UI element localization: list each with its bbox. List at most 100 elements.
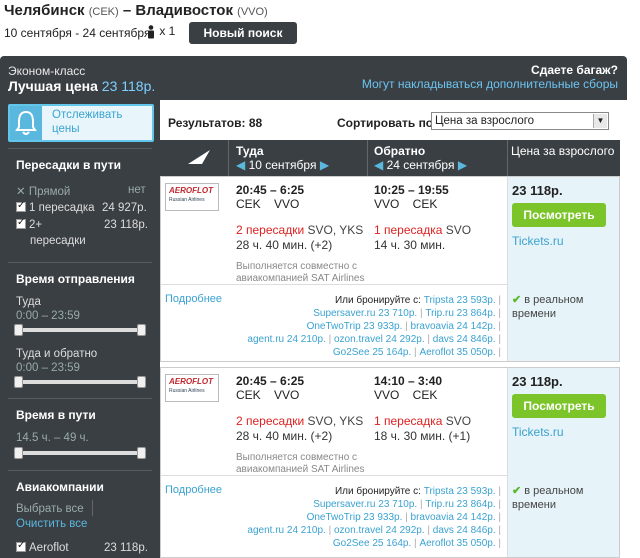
slider-handle-right[interactable] — [137, 447, 146, 459]
baggage-question[interactable]: Сдаете багаж? — [531, 63, 618, 77]
airline-logo: AEROFLOT Russian Airlines — [165, 374, 219, 402]
vendor-link[interactable]: Tickets.ru — [512, 234, 564, 248]
there-date: 10 сентября — [248, 158, 317, 172]
stops-option-direct[interactable]: ✕ Прямой — [16, 184, 70, 198]
both-time-slider[interactable] — [16, 380, 144, 384]
airline-option-aeroflot[interactable]: Aeroflot — [16, 540, 69, 554]
passenger-count: x 1 — [146, 24, 175, 39]
stops-filter-title: Пересадки в пути — [16, 158, 122, 172]
clear-all-link[interactable]: Очистить все — [16, 518, 87, 530]
divider — [8, 148, 152, 149]
booking-offer[interactable]: Supersaver.ru 23 710р. — [313, 308, 417, 319]
divider — [8, 470, 152, 471]
book-with-label: Или бронируйте с: — [334, 295, 421, 306]
arrow-left-icon[interactable]: ◀ — [374, 158, 383, 172]
checkbox-icon[interactable] — [16, 217, 26, 229]
booking-offer[interactable]: OneTwoTrip 23 933р. — [307, 512, 403, 523]
back-date-picker[interactable]: ◀ 24 сентября ▶ — [374, 158, 467, 172]
airline-logo-subtext: Russian Airlines — [169, 388, 205, 394]
booking-offer[interactable]: agent.ru 24 210р. — [247, 525, 325, 536]
booking-offer[interactable]: Tripsta 23 593р. — [424, 295, 496, 306]
outbound-stops-count: 2 пересадки — [236, 223, 305, 237]
realtime-note: ✔ в реальном времени — [512, 293, 583, 321]
airline-logo-text: AEROFLOT — [169, 186, 213, 195]
column-price: Цена за взрослого — [511, 144, 615, 158]
flight-card: AEROFLOT Russian Airlines 20:45 – 6:25 C… — [160, 367, 620, 558]
booking-offer[interactable]: Trip.ru 23 864р. — [425, 308, 495, 319]
checkbox-icon[interactable] — [16, 540, 26, 552]
best-price: Лучшая цена 23 118р. — [8, 78, 155, 94]
outbound-time: 20:45 – 6:25 — [236, 374, 305, 388]
airline-price: 23 118р. — [104, 542, 148, 554]
booking-offer[interactable]: bravoavia 24 142р. — [411, 512, 496, 523]
outbound-duration: 28 ч. 40 мин. (+2) — [236, 429, 333, 443]
return-duration: 14 ч. 30 мин. — [374, 238, 446, 252]
divider — [228, 140, 229, 176]
duration-range: 14.5 ч. – 49 ч. — [16, 432, 89, 444]
select-all-link[interactable]: Выбрать все — [16, 503, 84, 515]
booking-offer[interactable]: OneTwoTrip 23 933р. — [307, 321, 403, 332]
outbound-stops-via: SVO, YKS — [307, 223, 364, 237]
view-offer-button[interactable]: Посмотреть — [512, 203, 606, 227]
results-count: Результатов: 88 — [168, 116, 263, 130]
arrow-right-icon[interactable]: ▶ — [458, 158, 467, 172]
book-with-line: OneTwoTrip 23 933р. | bravoavia 24 142р.… — [306, 512, 501, 523]
realtime-line-1: в реальном — [524, 294, 584, 306]
check-icon: ✔ — [512, 485, 522, 497]
from-code: (CEK) — [88, 6, 119, 18]
booking-offer[interactable]: Supersaver.ru 23 710р. — [313, 499, 417, 510]
divider — [8, 262, 152, 263]
booking-offer[interactable]: bravoavia 24 142р. — [411, 321, 496, 332]
to-code: (VVO) — [237, 6, 268, 18]
slider-handle-left[interactable] — [14, 447, 23, 459]
stops-option-1-value: 24 927р. — [102, 202, 147, 214]
there-time-slider[interactable] — [16, 328, 144, 332]
airline-logo: AEROFLOT Russian Airlines — [165, 183, 219, 211]
back-date: 24 сентября — [386, 158, 455, 172]
slider-handle-left[interactable] — [14, 376, 23, 388]
booking-offer[interactable]: Tripsta 23 593р. — [424, 486, 496, 497]
sort-select[interactable]: Цена за взрослого ▼ — [431, 112, 609, 130]
checkbox-icon[interactable] — [16, 200, 26, 212]
slider-handle-left[interactable] — [14, 324, 23, 336]
duration-filter-title: Время в пути — [16, 408, 96, 422]
booking-offer[interactable]: Go2See 25 164р. — [333, 347, 411, 358]
slider-handle-right[interactable] — [137, 376, 146, 388]
details-link[interactable]: Подробнее — [165, 484, 222, 496]
stops-option-direct-value: нет — [128, 184, 146, 196]
booking-offer[interactable]: ozon.travel 24 292р. — [334, 334, 425, 345]
booking-offer[interactable]: davs 24 846р. — [433, 525, 496, 536]
booking-offer[interactable]: Trip.ru 23 864р. — [425, 499, 495, 510]
best-price-label: Лучшая цена — [8, 78, 98, 94]
passenger-count-label: x 1 — [159, 24, 176, 38]
card-price: 23 118р. — [512, 183, 563, 198]
baggage-fees-link[interactable]: Могут накладываться дополнительные сборы — [362, 77, 618, 91]
from-city: Челябинск — [4, 2, 85, 19]
new-search-button[interactable]: Новый поиск — [189, 22, 297, 44]
vendor-link[interactable]: Tickets.ru — [512, 425, 564, 439]
duration-slider[interactable] — [16, 451, 144, 455]
arrow-left-icon[interactable]: ◀ — [236, 158, 245, 172]
card-price: 23 118р. — [512, 374, 563, 389]
booking-offer[interactable]: Go2See 25 164р. — [333, 538, 411, 549]
arrow-right-icon[interactable]: ▶ — [320, 158, 329, 172]
airline-logo-text: AEROFLOT — [169, 377, 213, 386]
booking-offer[interactable]: Aeroflot 35 050р. — [419, 347, 495, 358]
stops-option-1[interactable]: 1 пересадка — [16, 200, 95, 214]
booking-offer[interactable]: agent.ru 24 210р. — [247, 334, 325, 345]
details-link[interactable]: Подробнее — [165, 293, 222, 305]
stops-option-2plus-value: 23 118р. — [104, 219, 148, 231]
check-icon: ✔ — [512, 294, 522, 306]
track-prices-label: Отслеживать цены — [52, 108, 152, 136]
booking-offer[interactable]: ozon.travel 24 292р. — [334, 525, 425, 536]
there-date-picker[interactable]: ◀ 10 сентября ▶ — [236, 158, 329, 172]
booking-offer[interactable]: Aeroflot 35 050р. — [419, 538, 495, 549]
view-offer-button[interactable]: Посмотреть — [512, 394, 606, 418]
return-stops-via: SVO — [445, 414, 472, 428]
booking-offer[interactable]: davs 24 846р. — [433, 334, 496, 345]
divider — [92, 500, 93, 516]
stops-option-2plus[interactable]: 2+ — [16, 217, 43, 231]
stops-option-2plus-label: 2+ — [29, 219, 43, 231]
slider-handle-right[interactable] — [137, 324, 146, 336]
outbound-stops-via: SVO, YKS — [307, 414, 364, 428]
